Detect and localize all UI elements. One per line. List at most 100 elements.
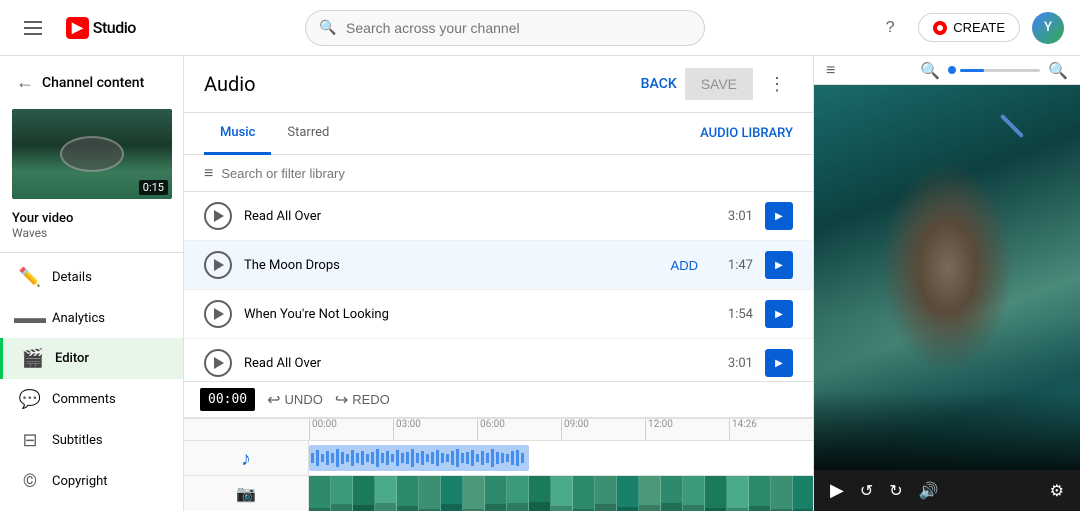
sidebar-item-subtitles[interactable]: ⊟ Subtitles [0, 420, 183, 461]
audio-tabs: Music Starred AUDIO LIBRARY [184, 113, 813, 155]
video-preview-panel: ≡ 🔍 🔍 [814, 56, 1080, 511]
preview-play-button[interactable]: ▶ [830, 480, 844, 501]
analytics-label: Analytics [52, 311, 105, 326]
ruler-mark-4: 09:00 [561, 419, 645, 440]
track-duration-2: 1:47 [718, 258, 753, 273]
rec-icon [933, 21, 947, 35]
redo-button[interactable]: ↪ REDO [335, 390, 390, 410]
editor-icon: 🎬 [23, 348, 43, 369]
ruler-mark-5: 12:00 [645, 419, 729, 440]
track-video-btn-4[interactable] [765, 349, 793, 377]
timeline-area: 00:00 03:00 06:00 09:00 12:00 14:26 ♪ [184, 418, 813, 511]
zoom-track [960, 69, 1040, 72]
preview-forward-button[interactable]: ↻ [889, 481, 902, 500]
preview-video-area [814, 85, 1080, 470]
hamburger-menu-icon[interactable]: ≡ [826, 60, 835, 80]
tab-music[interactable]: Music [204, 113, 271, 155]
ruler-mark-6: 14:26 [729, 419, 813, 440]
yt-logo[interactable]: ▶ Studio [66, 17, 136, 39]
track-item[interactable]: When You're Not Looking 1:54 [184, 290, 813, 339]
sidebar-item-copyright[interactable]: © Copyright [0, 461, 183, 502]
tab-starred[interactable]: Starred [271, 113, 345, 155]
sidebar: ← Channel content 0:15 Your video Waves … [0, 56, 184, 511]
track-duration-4: 3:01 [718, 356, 753, 371]
sidebar-item-details[interactable]: ✏️ Details [0, 257, 183, 298]
track-add-button-2[interactable]: ADD [663, 254, 706, 277]
sidebar-item-comments[interactable]: 💬 Comments [0, 379, 183, 420]
audio-header-actions: BACK SAVE ⋮ [641, 68, 793, 100]
hamburger-button[interactable] [16, 13, 50, 43]
track-play-button-1[interactable] [204, 202, 232, 230]
details-label: Details [52, 270, 92, 285]
track-labels: ♪ 📷 [184, 441, 309, 511]
arrow-indicator [1000, 113, 1024, 137]
search-input[interactable] [305, 10, 705, 46]
back-button[interactable]: BACK [641, 76, 677, 92]
track-name-4: Read All Over [244, 356, 706, 371]
track-video-btn-2[interactable] [765, 251, 793, 279]
track-video-btn-1[interactable] [765, 202, 793, 230]
audio-left-panel: Audio BACK SAVE ⋮ Music Starred AUDIO LI… [184, 56, 814, 511]
video-thumbnail-container: 0:15 [0, 101, 183, 207]
music-track-label: ♪ [184, 441, 308, 476]
editor-label: Editor [55, 351, 89, 366]
more-options-button[interactable]: ⋮ [761, 68, 793, 100]
audio-search-input[interactable] [221, 166, 793, 181]
save-button[interactable]: SAVE [685, 68, 753, 100]
track-play-button-2[interactable] [204, 251, 232, 279]
zoom-dot [948, 66, 956, 74]
zoom-out-icon[interactable]: 🔍 [920, 61, 940, 80]
video-info: Your video Waves [0, 207, 183, 248]
music-track-content [309, 441, 813, 476]
analytics-icon: ▬▬ [20, 308, 40, 328]
back-nav[interactable]: ← Channel content [0, 64, 183, 101]
channel-content-label: Channel content [42, 75, 144, 91]
ruler-mark-3: 06:00 [477, 419, 561, 440]
track-item[interactable]: Read All Over 3:01 [184, 339, 813, 381]
track-play-button-4[interactable] [204, 349, 232, 377]
comments-label: Comments [52, 392, 116, 407]
track-item[interactable]: Read All Over 3:01 [184, 192, 813, 241]
track-duration-1: 3:01 [718, 209, 753, 224]
zoom-fill [960, 69, 984, 72]
subtitles-icon: ⊟ [20, 430, 40, 451]
sidebar-item-editor[interactable]: 🎬 Editor [0, 338, 183, 379]
track-name-1: Read All Over [244, 209, 706, 224]
filter-icon: ≡ [204, 163, 213, 183]
audio-panel: Audio BACK SAVE ⋮ Music Starred AUDIO LI… [184, 56, 1080, 511]
track-list: Read All Over 3:01 The Moon Drops ADD 1:… [184, 192, 813, 381]
yt-logo-icon: ▶ [66, 17, 89, 39]
nav-left: ▶ Studio [16, 13, 136, 43]
timeline-tracks: ♪ 📷 [184, 441, 813, 511]
yt-logo-text: Studio [93, 18, 136, 37]
search-bar: 🔍 [136, 10, 874, 46]
track-video-btn-3[interactable] [765, 300, 793, 328]
search-icon: 🔍 [319, 20, 336, 36]
avatar[interactable]: Y [1032, 12, 1064, 44]
track-play-button-3[interactable] [204, 300, 232, 328]
comments-icon: 💬 [20, 389, 40, 410]
audio-library-link[interactable]: AUDIO LIBRARY [700, 114, 793, 153]
help-button[interactable]: ? [874, 12, 906, 44]
search-wrapper: 🔍 [305, 10, 705, 46]
audio-title: Audio [204, 72, 256, 96]
zoom-slider-container [948, 66, 1040, 74]
preview-settings-button[interactable]: ⚙ [1050, 481, 1064, 500]
audio-header: Audio BACK SAVE ⋮ [184, 56, 813, 113]
timeline-controls: 00:00 ↩ UNDO ↪ REDO [184, 381, 813, 418]
timeline-ruler: 00:00 03:00 06:00 09:00 12:00 14:26 [184, 419, 813, 441]
main-content: Audio BACK SAVE ⋮ Music Starred AUDIO LI… [184, 56, 1080, 511]
sidebar-divider [0, 252, 183, 253]
undo-button[interactable]: ↩ UNDO [267, 390, 323, 410]
video-track-content [309, 476, 813, 511]
video-camera-icon: 📷 [236, 484, 256, 503]
sidebar-item-analytics[interactable]: ▬▬ Analytics [0, 298, 183, 338]
thumb-duration: 0:15 [139, 180, 168, 195]
preview-rewind-button[interactable]: ↺ [860, 481, 873, 500]
zoom-controls: ≡ 🔍 🔍 [814, 56, 1080, 85]
preview-volume-button[interactable]: 🔊 [919, 481, 939, 500]
zoom-in-icon[interactable]: 🔍 [1048, 61, 1068, 80]
waveform-svg [309, 445, 529, 471]
track-item[interactable]: The Moon Drops ADD 1:47 [184, 241, 813, 290]
create-button[interactable]: CREATE [918, 13, 1020, 42]
